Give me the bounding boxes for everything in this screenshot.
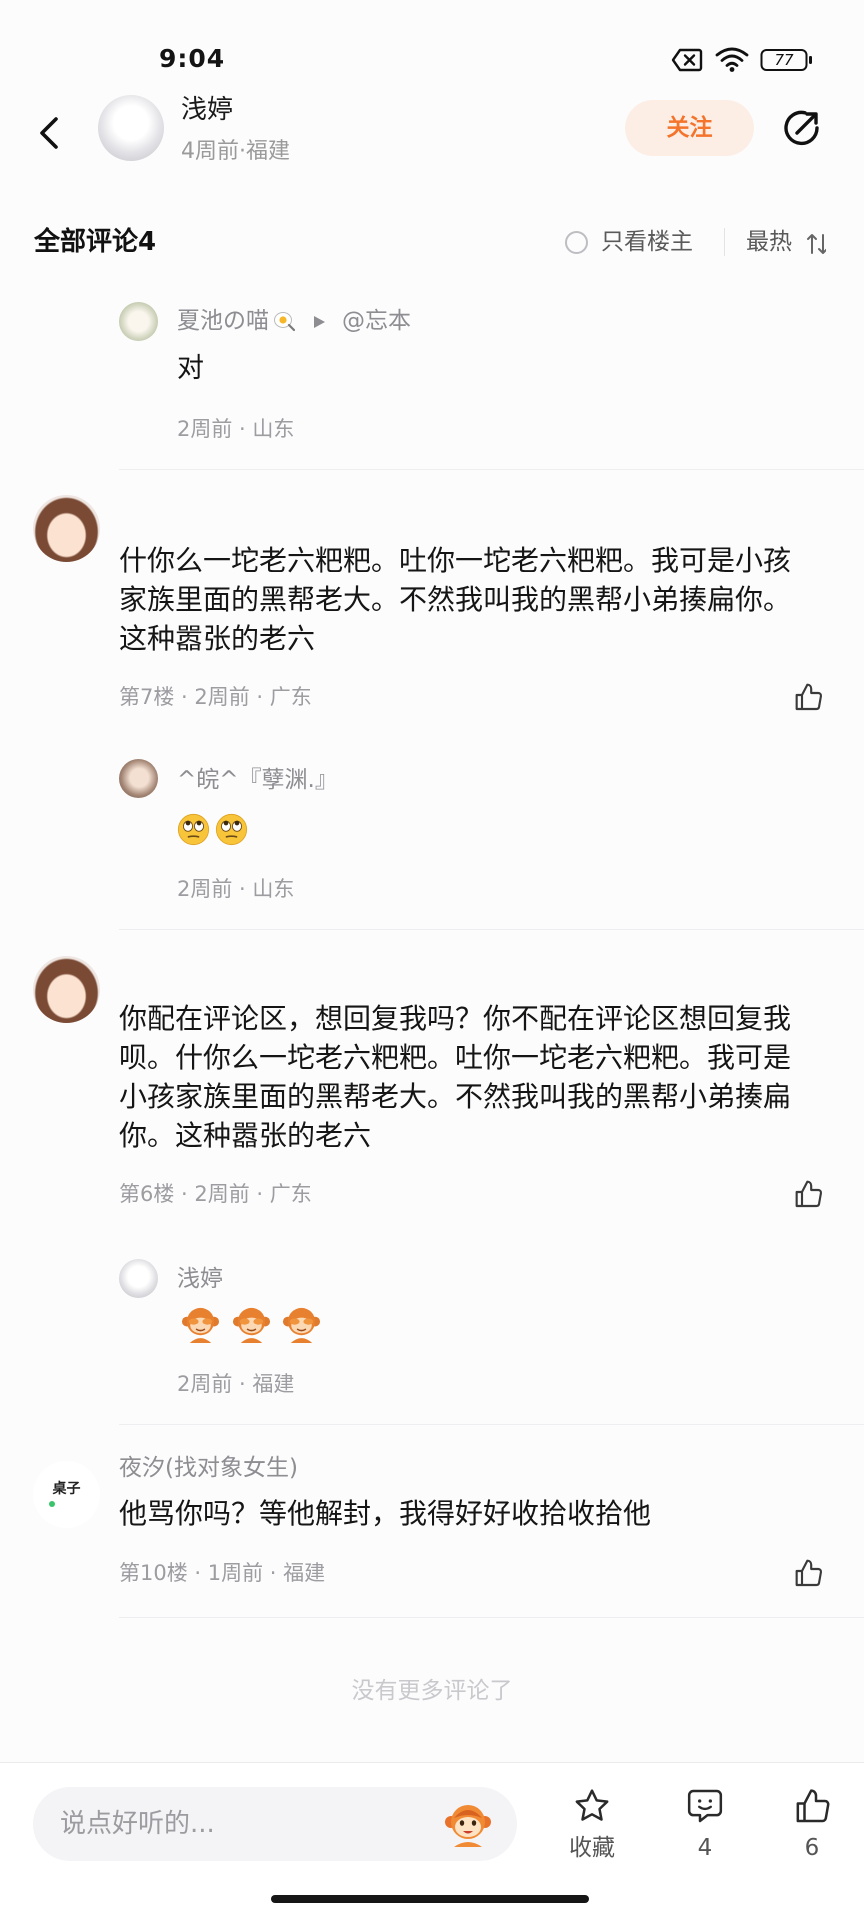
monkey-sticker-icon: [232, 1305, 271, 1344]
like-button[interactable]: [792, 1178, 824, 1210]
reply-avatar[interactable]: [119, 302, 158, 341]
divider: [119, 1424, 864, 1425]
reply-to-user[interactable]: @忘本: [342, 306, 411, 336]
monkey-sticker-icon: [282, 1305, 321, 1344]
comment-avatar[interactable]: [33, 956, 100, 1023]
no-sim-icon: [671, 48, 703, 72]
reply-name-row: 夏池の喵 @忘本: [177, 306, 411, 336]
avatar-text: 桌子: [52, 1481, 81, 1497]
reply-meta: 2周前 · 福建: [177, 1372, 295, 1396]
back-arrow-icon: [40, 117, 58, 149]
face-with-rolling-eyes-icon: [215, 813, 248, 846]
home-indicator[interactable]: [271, 1895, 589, 1903]
thumbs-up-icon: [795, 683, 823, 711]
follow-label: 关注: [666, 115, 713, 141]
comment-text: 他骂你吗？等他解封，我得好好收拾收拾他: [119, 1497, 652, 1530]
fried-egg-icon: [273, 310, 296, 332]
online-dot: [49, 1501, 55, 1507]
divider: [119, 1617, 864, 1618]
sort-hot-button[interactable]: 最热: [746, 227, 792, 257]
comment-author-name[interactable]: 夜汐(找对象女生): [119, 1453, 298, 1483]
favorite-button[interactable]: [572, 1786, 612, 1826]
comment-avatar[interactable]: 桌子: [33, 1461, 100, 1528]
battery-icon: 77: [760, 48, 814, 72]
comment-meta: 第6楼 · 2周前 · 广东: [119, 1182, 312, 1206]
star-icon: [575, 1789, 609, 1821]
monkey-sticker-icon: [181, 1305, 220, 1344]
comment-meta: 第10楼 · 1周前 · 福建: [119, 1561, 326, 1585]
divider: [119, 469, 864, 470]
author-name[interactable]: 浅婷: [181, 94, 233, 126]
wifi-icon: [715, 46, 749, 72]
comment-input[interactable]: 说点好听的...: [33, 1787, 517, 1861]
reply-author-name[interactable]: ^皖^『孽渊.』: [177, 765, 338, 795]
comment-text: 你配在评论区，想回复我吗？你不配在评论区想回复我呗。什你么一坨老六粑粑。吐你一坨…: [119, 1002, 792, 1152]
like-post-button[interactable]: [792, 1786, 832, 1826]
thumbs-up-icon: [795, 1180, 823, 1208]
share-icon: [784, 110, 819, 146]
reply-avatar[interactable]: [119, 1259, 158, 1298]
follow-button[interactable]: 关注: [625, 100, 754, 156]
sort-icon[interactable]: [806, 231, 826, 257]
monkey-emoji-icon[interactable]: [444, 1800, 492, 1848]
only-op-label[interactable]: 只看楼主: [601, 227, 693, 257]
like-button[interactable]: [792, 681, 824, 713]
reply-meta: 2周前 · 山东: [177, 877, 295, 901]
comments-title: 全部评论4: [34, 227, 157, 257]
reply-author-name[interactable]: 夏池の喵: [177, 306, 269, 336]
back-button[interactable]: [30, 112, 72, 154]
share-button[interactable]: [780, 106, 824, 150]
author-avatar[interactable]: [98, 95, 164, 161]
comment-input-placeholder: 说点好听的...: [60, 1809, 215, 1839]
divider: [119, 929, 864, 930]
comment-count[interactable]: 4: [665, 1834, 745, 1862]
author-meta: 4周前·福建: [181, 139, 290, 164]
only-op-radio[interactable]: [565, 231, 588, 254]
comment-bubble-icon: [687, 1789, 723, 1823]
status-time: 9:04: [159, 44, 226, 73]
thumbs-up-icon: [795, 1559, 823, 1587]
favorite-label[interactable]: 收藏: [552, 1834, 632, 1862]
comment-avatar[interactable]: [33, 495, 100, 562]
reply-avatar[interactable]: [119, 759, 158, 798]
face-with-rolling-eyes-icon: [177, 813, 210, 846]
reply-meta: 2周前 · 山东: [177, 417, 295, 441]
comment-text: 什你么一坨老六粑粑。吐你一坨老六粑粑。我可是小孩家族里面的黑帮老大。不然我叫我的…: [119, 544, 792, 655]
reply-text: 对: [177, 353, 204, 384]
reply-arrow-icon: [313, 314, 326, 328]
comment-button[interactable]: [685, 1786, 725, 1826]
like-count[interactable]: 6: [772, 1834, 852, 1862]
thumbs-up-icon: [796, 1789, 830, 1823]
comment-meta: 第7楼 · 2周前 · 广东: [119, 685, 312, 709]
battery-level: 77: [774, 51, 794, 69]
like-button[interactable]: [792, 1557, 824, 1589]
filter-divider: [724, 228, 725, 256]
reply-author-name[interactable]: 浅婷: [177, 1264, 223, 1294]
no-more-comments: 没有更多评论了: [351, 1678, 513, 1704]
status-bar: 9:04 77: [0, 0, 864, 90]
